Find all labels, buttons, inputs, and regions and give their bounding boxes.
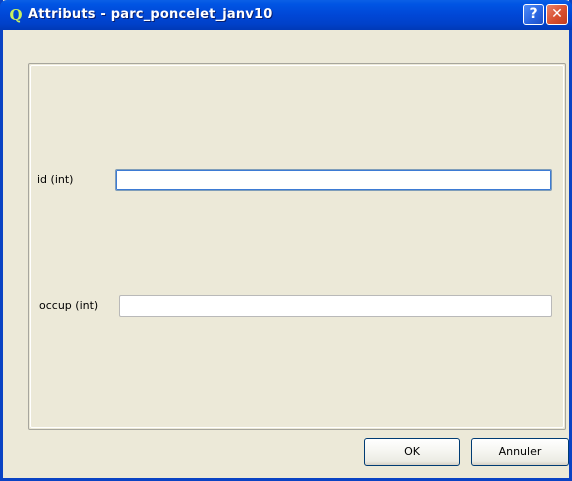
occup-field[interactable]	[119, 295, 552, 317]
window-title: Attributs - parc_poncelet_janv10	[28, 7, 273, 22]
cancel-button[interactable]: Annuler	[471, 438, 569, 466]
id-field[interactable]	[115, 169, 552, 191]
id-field-label: id (int)	[37, 173, 74, 186]
attributes-group	[28, 63, 566, 430]
question-mark-icon: ?	[529, 6, 538, 22]
attributes-group-inner	[30, 65, 564, 428]
close-button[interactable]: ✕	[546, 4, 568, 25]
qgis-app-icon: Q	[9, 6, 23, 24]
attributes-dialog: Q Attributs - parc_poncelet_janv10 ? ✕ i…	[0, 0, 572, 481]
occup-field-label: occup (int)	[39, 299, 99, 312]
help-button[interactable]: ?	[523, 4, 544, 25]
ok-button[interactable]: OK	[364, 438, 460, 466]
title-bar[interactable]: Q Attributs - parc_poncelet_janv10 ? ✕	[0, 0, 572, 30]
close-icon: ✕	[551, 6, 563, 22]
